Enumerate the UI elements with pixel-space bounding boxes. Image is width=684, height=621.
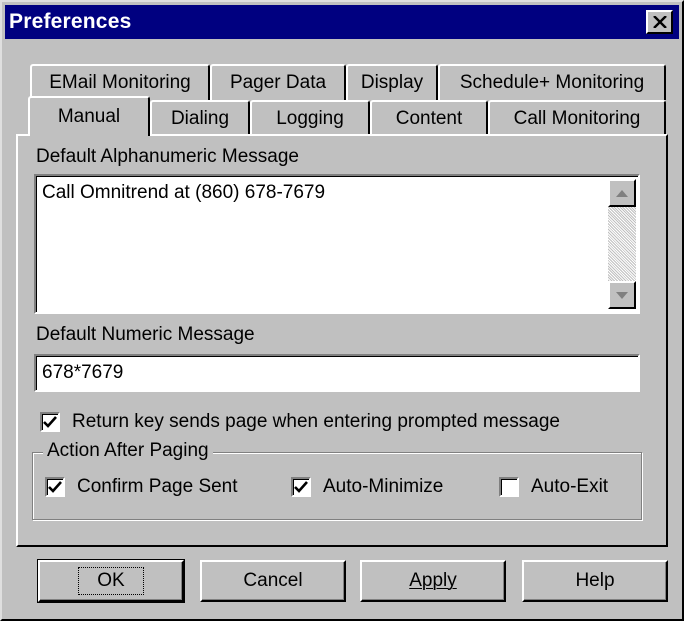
cancel-button-label: Cancel: [243, 570, 303, 591]
ok-button[interactable]: OK: [37, 559, 185, 603]
tab-label: Display: [360, 72, 424, 93]
scroll-down-button[interactable]: [608, 281, 636, 309]
auto-exit-label[interactable]: Auto-Exit: [531, 476, 608, 498]
arrow-up-icon: [616, 189, 628, 197]
tab-call-monitoring[interactable]: Call Monitoring: [488, 100, 666, 136]
tab-pager-data[interactable]: Pager Data: [210, 64, 346, 100]
tab-label: Manual: [57, 106, 121, 127]
alphanumeric-message-label: Default Alphanumeric Message: [36, 146, 299, 167]
scroll-up-button[interactable]: [608, 179, 636, 207]
window-title: Preferences: [9, 10, 132, 33]
arrow-down-icon: [616, 291, 628, 299]
help-button[interactable]: Help: [522, 560, 668, 602]
return-key-checkbox[interactable]: [40, 412, 60, 432]
return-key-label[interactable]: Return key sends page when entering prom…: [72, 411, 560, 433]
close-icon: [652, 16, 667, 28]
textarea-scrollbar[interactable]: [608, 179, 636, 309]
tab-label: Call Monitoring: [513, 108, 641, 129]
confirm-page-sent-checkbox[interactable]: [45, 477, 65, 497]
numeric-message-text: 678*7679: [42, 362, 124, 383]
checkmark-icon: [43, 416, 57, 428]
tab-label: Pager Data: [229, 72, 327, 93]
tab-label: Schedule+ Monitoring: [459, 72, 645, 93]
apply-button-label: Apply: [409, 570, 457, 591]
tab-label: EMail Monitoring: [49, 72, 191, 93]
numeric-message-input[interactable]: 678*7679: [34, 354, 640, 392]
tab-email-monitoring[interactable]: EMail Monitoring: [30, 64, 210, 100]
title-bar[interactable]: Preferences: [5, 5, 679, 39]
auto-minimize-label[interactable]: Auto-Minimize: [323, 476, 443, 498]
ok-button-label: OK: [78, 567, 144, 595]
cancel-button[interactable]: Cancel: [200, 560, 346, 602]
apply-button[interactable]: Apply: [360, 560, 506, 602]
help-button-label: Help: [575, 570, 615, 591]
confirm-page-sent-label[interactable]: Confirm Page Sent: [77, 476, 238, 498]
close-button[interactable]: [646, 10, 673, 34]
tab-display[interactable]: Display: [346, 64, 438, 100]
tab-logging[interactable]: Logging: [250, 100, 370, 136]
action-after-paging-group: Action After Paging Confirm Page Sent Au…: [32, 440, 642, 520]
alphanumeric-message-text: Call Omnitrend at (860) 678-7679: [42, 182, 326, 203]
tab-label: Dialing: [170, 108, 230, 129]
auto-exit-checkbox[interactable]: [499, 477, 519, 497]
checkmark-icon: [294, 481, 308, 493]
alphanumeric-message-textarea[interactable]: Call Omnitrend at (860) 678-7679: [34, 174, 640, 314]
tab-label: Content: [395, 108, 463, 129]
checkmark-icon: [48, 481, 62, 493]
tab-schedule-monitoring[interactable]: Schedule+ Monitoring: [438, 64, 666, 100]
auto-minimize-checkbox[interactable]: [291, 477, 311, 497]
tab-dialing[interactable]: Dialing: [150, 100, 250, 136]
tab-label: Logging: [276, 108, 344, 129]
numeric-message-label: Default Numeric Message: [36, 324, 255, 345]
manual-tab-panel: Default Alphanumeric Message Call Omnitr…: [16, 134, 668, 547]
preferences-dialog: Preferences EMail Monitoring Pager Data …: [0, 0, 684, 621]
group-title: Action After Paging: [43, 440, 213, 462]
tab-manual[interactable]: Manual: [28, 96, 150, 136]
tab-content[interactable]: Content: [370, 100, 488, 136]
